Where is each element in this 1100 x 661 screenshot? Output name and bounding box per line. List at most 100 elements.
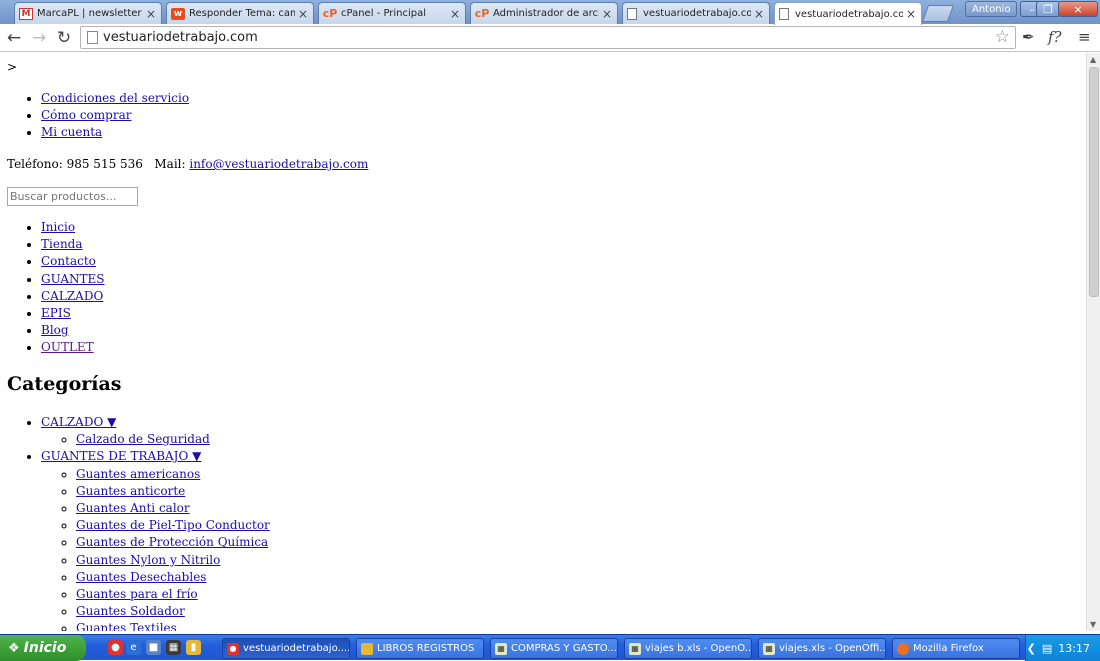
link-como-comprar[interactable]: Cómo comprar <box>41 108 131 122</box>
nav-contacto[interactable]: Contacto <box>41 254 96 268</box>
close-window-button[interactable]: × <box>1058 1 1098 17</box>
list-item: Tienda <box>41 236 104 253</box>
spreadsheet-icon: ▦ <box>629 642 641 655</box>
close-icon[interactable]: × <box>905 7 917 21</box>
subcategory-link[interactable]: Guantes Nylon y Nitrilo <box>76 553 220 567</box>
ie-quicklaunch-icon[interactable]: e <box>126 640 141 655</box>
taskbar-item-label: viajes b.xls - OpenO... <box>645 643 752 654</box>
nav-outlet[interactable]: OUTLET <box>41 340 94 354</box>
close-icon[interactable]: × <box>601 7 613 21</box>
category-calzado-link[interactable]: CALZADO ▼ <box>41 415 116 429</box>
menu-icon[interactable]: ≡ <box>1078 28 1091 46</box>
app-quicklaunch-icon[interactable]: ■ <box>146 640 161 655</box>
taskbar-item-firefox[interactable]: Mozilla Firefox <box>892 638 1020 659</box>
list-item: Guantes Nylon y Nitrilo <box>76 552 270 569</box>
link-condiciones[interactable]: Condiciones del servicio <box>41 91 189 105</box>
chrome-quicklaunch-icon[interactable]: ● <box>108 640 123 655</box>
back-arrow-icon[interactable]: ← <box>3 27 25 49</box>
search-input[interactable] <box>7 187 138 206</box>
close-icon[interactable]: × <box>145 7 157 21</box>
taskbar-item-label: viajes.xls - OpenOffi... <box>779 643 886 654</box>
subcategory-link[interactable]: Guantes americanos <box>76 467 200 481</box>
subcategory-link[interactable]: Guantes de Protección Química <box>76 535 268 549</box>
top-links-list: Condiciones del servicio Cómo comprar Mi… <box>1 90 189 142</box>
forward-arrow-icon[interactable]: → <box>28 27 50 49</box>
folder-quicklaunch-icon[interactable]: ▮ <box>186 640 201 655</box>
list-item: Blog <box>41 322 104 339</box>
start-label: Inicio <box>23 640 67 656</box>
user-profile-badge[interactable]: Antonio <box>965 1 1018 17</box>
subcategory-link[interactable]: Guantes Textiles <box>76 621 177 631</box>
list-item: Mi cuenta <box>41 124 189 141</box>
start-button[interactable]: ❖ Inicio <box>0 635 86 661</box>
nav-guantes[interactable]: GUANTES <box>41 272 104 286</box>
mail-link[interactable]: info@vestuariodetrabajo.com <box>189 157 368 171</box>
tab-1[interactable]: M MarcaPL | newsletter - Ba × <box>14 2 162 24</box>
category-item: CALZADO ▼ Calzado de Seguridad <box>41 414 270 448</box>
windows-flag-icon: ❖ <box>8 640 20 656</box>
subcategory-link[interactable]: Calzado de Seguridad <box>76 432 210 446</box>
taskbar-item-compras[interactable]: ▦ COMPRAS Y GASTO... <box>490 638 618 659</box>
app-quicklaunch-icon-2[interactable]: ▦ <box>166 640 181 655</box>
nav-inicio[interactable]: Inicio <box>41 220 75 234</box>
phone-text: Teléfono: 985 515 536 Mail: <box>7 157 190 171</box>
reload-icon[interactable]: ↻ <box>53 27 75 49</box>
chrome-icon: ● <box>227 642 239 655</box>
taskbar-item-folder[interactable]: LIBROS REGISTROS <box>356 638 484 659</box>
nav-epis[interactable]: EPIS <box>41 306 71 320</box>
close-icon[interactable]: × <box>449 7 461 21</box>
subcategory-link[interactable]: Guantes para el frío <box>76 587 198 601</box>
tab-6-active[interactable]: vestuariodetrabajo.com × <box>774 2 922 25</box>
tab-3[interactable]: cP cPanel - Principal × <box>318 2 466 24</box>
list-item: Guantes de Piel-Tipo Conductor <box>76 517 270 534</box>
bookmark-star-icon[interactable]: ☆ <box>995 27 1010 47</box>
taskbar-item-viajes-b[interactable]: ▦ viajes b.xls - OpenO... <box>624 638 752 659</box>
subcategory-list: Guantes americanos Guantes anticorte Gua… <box>41 466 270 631</box>
scroll-up-icon[interactable]: ▲ <box>1090 55 1096 64</box>
tab-label: vestuariodetrabajo.com/ <box>643 8 751 19</box>
folder-icon <box>361 642 373 655</box>
list-item: Guantes para el frío <box>76 586 270 603</box>
address-bar[interactable]: vestuariodetrabajo.com ☆ <box>80 26 1016 49</box>
subcategory-link[interactable]: Guantes Desechables <box>76 570 206 584</box>
list-item: Guantes Anti calor <box>76 500 270 517</box>
list-item: Inicio <box>41 219 104 236</box>
eyedropper-extension-icon[interactable]: ✒ <box>1022 28 1035 46</box>
scroll-down-icon[interactable]: ▼ <box>1090 620 1096 629</box>
taskbar-item-label: LIBROS REGISTROS <box>377 643 475 654</box>
tab-strip: M MarcaPL | newsletter - Ba × w Responde… <box>0 0 1100 25</box>
subcategory-link[interactable]: Guantes Soldador <box>76 604 185 618</box>
maximize-button[interactable]: ❐ <box>1036 1 1060 17</box>
category-guantes-link[interactable]: GUANTES DE TRABAJO ▼ <box>41 449 201 463</box>
tab-2[interactable]: w Responder Tema: cambio × <box>166 2 314 24</box>
cpanel-icon: cP <box>474 7 490 20</box>
tray-arrow-icon[interactable]: ❮ <box>1027 642 1036 655</box>
tab-5[interactable]: vestuariodetrabajo.com/ × <box>622 2 770 24</box>
list-item: Guantes Textiles <box>76 620 270 631</box>
close-icon[interactable]: × <box>753 7 765 21</box>
link-mi-cuenta[interactable]: Mi cuenta <box>41 125 102 139</box>
taskbar-item-chrome[interactable]: ● vestuariodetrabajo.... <box>222 638 350 659</box>
tab-4[interactable]: cP Administrador de archivos × <box>470 2 618 24</box>
formula-extension-icon[interactable]: f? <box>1048 28 1062 46</box>
taskbar-item-viajes[interactable]: ▦ viajes.xls - OpenOffi... <box>758 638 886 659</box>
url-text[interactable]: vestuariodetrabajo.com <box>103 30 258 45</box>
scrollbar-thumb[interactable] <box>1089 67 1099 297</box>
new-tab-button[interactable] <box>921 5 955 22</box>
main-nav: Inicio Tienda Contacto GUANTES CALZADO E… <box>1 219 104 357</box>
subcategory-list: Calzado de Seguridad <box>41 431 270 448</box>
network-icon[interactable]: ▤ <box>1042 642 1052 655</box>
spreadsheet-icon: ▦ <box>495 642 507 655</box>
subcategory-link[interactable]: Guantes Anti calor <box>76 501 190 515</box>
subcategory-link[interactable]: Guantes de Piel-Tipo Conductor <box>76 518 270 532</box>
clock: 13:17 <box>1058 641 1090 655</box>
taskbar-item-label: COMPRAS Y GASTO... <box>511 643 617 654</box>
subcategory-link[interactable]: Guantes anticorte <box>76 484 185 498</box>
nav-calzado[interactable]: CALZADO <box>41 289 103 303</box>
nav-tienda[interactable]: Tienda <box>41 237 83 251</box>
close-icon[interactable]: × <box>297 7 309 21</box>
nav-blog[interactable]: Blog <box>41 323 69 337</box>
vertical-scrollbar[interactable]: ▲ ▼ <box>1086 53 1100 631</box>
firefox-icon <box>897 642 909 655</box>
page-icon <box>87 31 98 44</box>
